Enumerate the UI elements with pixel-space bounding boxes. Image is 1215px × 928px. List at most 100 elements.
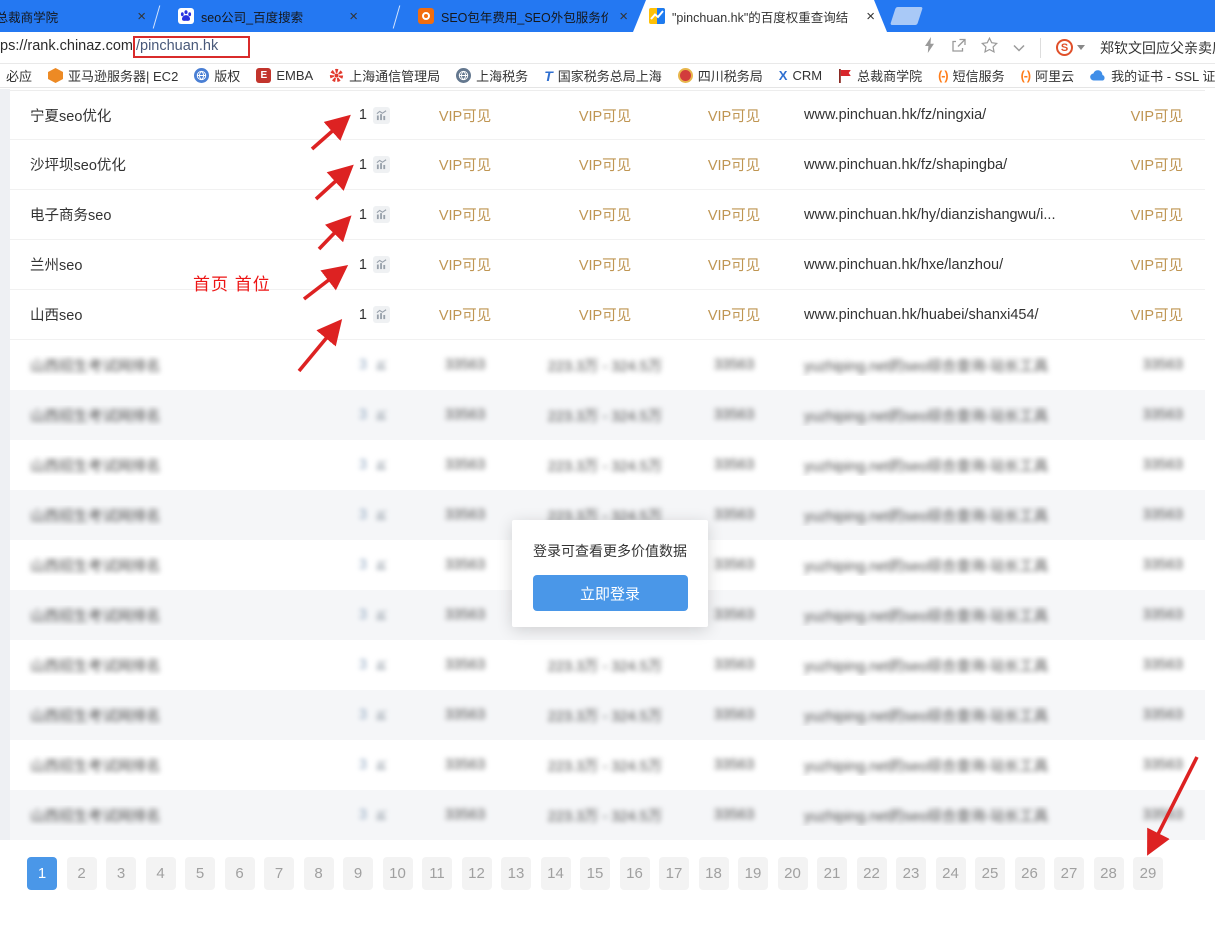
bookmark-item[interactable]: 我的证书 - SSL 证 <box>1090 66 1215 85</box>
address-bar[interactable]: ps://rank.chinaz.com/pinchuan.hk S 郑钦文回应… <box>0 32 1215 64</box>
page-button-1[interactable]: 1 <box>27 857 57 890</box>
tab-close-icon[interactable]: × <box>862 9 879 24</box>
bookmark-item[interactable]: 版权 <box>194 66 240 85</box>
page-button-18[interactable]: 18 <box>699 857 729 890</box>
vip-cell[interactable]: VIP可见 <box>670 204 798 225</box>
page-button-23[interactable]: 23 <box>896 857 926 890</box>
keyword-cell[interactable]: 沙坪坝seo优化 <box>10 154 320 175</box>
chevron-down-icon[interactable] <box>1013 39 1025 57</box>
rank-trend-icon[interactable] <box>373 156 390 173</box>
lightning-icon[interactable] <box>923 37 936 58</box>
page-button-12[interactable]: 12 <box>462 857 492 890</box>
browser-tab[interactable]: SEO包年费用_SEO外包服务价格× <box>402 0 640 32</box>
vip-cell[interactable]: VIP可见 <box>670 304 798 325</box>
keyword-cell[interactable]: 电子商务seo <box>10 204 320 225</box>
url-cell[interactable]: www.pinchuan.hk/huabei/shanxi454/ <box>798 307 1128 323</box>
bookmark-item[interactable]: (-)短信服务 <box>938 66 1005 85</box>
browser-tab[interactable]: 号登录-总裁商学院× <box>0 0 158 32</box>
page-button-6[interactable]: 6 <box>225 857 255 890</box>
blurred-rank: 3 <box>359 607 367 623</box>
vip-cell[interactable]: VIP可见 <box>1128 154 1205 175</box>
hot-search-caret-icon[interactable] <box>1077 45 1085 50</box>
vip-cell[interactable]: VIP可见 <box>540 304 670 325</box>
vip-cell[interactable]: VIP可见 <box>540 254 670 275</box>
hot-search-icon[interactable]: S <box>1056 39 1073 56</box>
hot-search-headline[interactable]: 郑钦文回应父亲卖房 <box>1100 38 1215 58</box>
rank-trend-icon[interactable] <box>373 206 390 223</box>
page-button-14[interactable]: 14 <box>541 857 571 890</box>
bookmark-item[interactable]: XCRM <box>779 68 822 83</box>
tab-close-icon[interactable]: × <box>345 9 362 24</box>
vip-cell[interactable]: VIP可见 <box>390 254 540 275</box>
vip-cell[interactable]: VIP可见 <box>390 304 540 325</box>
page-button-24[interactable]: 24 <box>936 857 966 890</box>
keyword-cell[interactable]: 宁夏seo优化 <box>10 105 320 126</box>
page-button-4[interactable]: 4 <box>146 857 176 890</box>
page-button-17[interactable]: 17 <box>659 857 689 890</box>
page-button-5[interactable]: 5 <box>185 857 215 890</box>
bookmark-item[interactable]: 亚马逊服务器| EC2 <box>48 66 178 85</box>
rank-trend-icon[interactable] <box>373 256 390 273</box>
page-button-22[interactable]: 22 <box>857 857 887 890</box>
url-cell[interactable]: www.pinchuan.hk/fz/ningxia/ <box>798 107 1128 123</box>
page-button-10[interactable]: 10 <box>383 857 413 890</box>
share-icon[interactable] <box>951 38 966 58</box>
page-button-29[interactable]: 29 <box>1133 857 1163 890</box>
page-button-2[interactable]: 2 <box>67 857 97 890</box>
star-icon[interactable] <box>981 37 998 58</box>
bookmark-item[interactable]: 必应 <box>6 66 32 85</box>
vip-cell[interactable]: VIP可见 <box>670 105 798 126</box>
page-button-13[interactable]: 13 <box>501 857 531 890</box>
page-button-15[interactable]: 15 <box>580 857 610 890</box>
page-button-20[interactable]: 20 <box>778 857 808 890</box>
bookmark-item[interactable]: T国家税务总局上海 <box>544 66 662 85</box>
page-button-27[interactable]: 27 <box>1054 857 1084 890</box>
bookmark-item[interactable]: 总裁商学院 <box>838 66 922 85</box>
login-now-button[interactable]: 立即登录 <box>533 575 688 611</box>
page-button-28[interactable]: 28 <box>1094 857 1124 890</box>
keyword-cell[interactable]: 山西seo <box>10 304 320 325</box>
page-button-16[interactable]: 16 <box>620 857 650 890</box>
rank-trend-icon[interactable] <box>373 306 390 323</box>
page-button-21[interactable]: 21 <box>817 857 847 890</box>
bookmark-item[interactable]: EEMBA <box>256 68 313 83</box>
page-button-25[interactable]: 25 <box>975 857 1005 890</box>
blurred-value-cell: 33563 <box>1128 807 1205 823</box>
bookmark-item[interactable]: (-)阿里云 <box>1021 66 1075 85</box>
browser-tab-active[interactable]: "pinchuan.hk"的百度权重查询结× <box>633 0 887 32</box>
vip-cell[interactable]: VIP可见 <box>1128 204 1205 225</box>
tab-close-icon[interactable]: × <box>133 9 150 24</box>
browser-tab[interactable]: seo公司_百度搜索× <box>162 0 370 32</box>
rank-trend-icon[interactable] <box>373 107 390 124</box>
url-text[interactable]: ps://rank.chinaz.com/pinchuan.hk <box>0 38 250 54</box>
page-button-7[interactable]: 7 <box>264 857 294 890</box>
tab-close-icon[interactable]: × <box>615 9 632 24</box>
url-cell[interactable]: www.pinchuan.hk/hxe/lanzhou/ <box>798 257 1128 273</box>
vip-cell[interactable]: VIP可见 <box>390 154 540 175</box>
page-button-11[interactable]: 11 <box>422 857 452 890</box>
bookmark-item[interactable]: 四川税务局 <box>678 66 763 85</box>
url-cell[interactable]: www.pinchuan.hk/hy/dianzishangwu/i... <box>798 207 1128 223</box>
vip-cell[interactable]: VIP可见 <box>670 154 798 175</box>
page-button-19[interactable]: 19 <box>738 857 768 890</box>
vip-cell[interactable]: VIP可见 <box>1128 105 1205 126</box>
vip-cell[interactable]: VIP可见 <box>390 204 540 225</box>
vip-cell[interactable]: VIP可见 <box>540 204 670 225</box>
blurred-text: 223.3万 - 324.5万 <box>548 709 662 725</box>
page-button-9[interactable]: 9 <box>343 857 373 890</box>
keyword-cell[interactable]: 兰州seo <box>10 254 320 275</box>
blurred-text: 33563 <box>1143 657 1183 673</box>
vip-cell[interactable]: VIP可见 <box>540 154 670 175</box>
new-tab-button[interactable] <box>890 7 923 25</box>
vip-cell[interactable]: VIP可见 <box>670 254 798 275</box>
vip-cell[interactable]: VIP可见 <box>1128 304 1205 325</box>
page-button-8[interactable]: 8 <box>304 857 334 890</box>
vip-cell[interactable]: VIP可见 <box>540 105 670 126</box>
vip-cell[interactable]: VIP可见 <box>390 105 540 126</box>
page-button-26[interactable]: 26 <box>1015 857 1045 890</box>
bookmark-item[interactable]: 上海通信管理局 <box>329 66 440 85</box>
vip-cell[interactable]: VIP可见 <box>1128 254 1205 275</box>
bookmark-item[interactable]: 上海税务 <box>456 66 528 85</box>
url-cell[interactable]: www.pinchuan.hk/fz/shapingba/ <box>798 157 1128 173</box>
page-button-3[interactable]: 3 <box>106 857 136 890</box>
